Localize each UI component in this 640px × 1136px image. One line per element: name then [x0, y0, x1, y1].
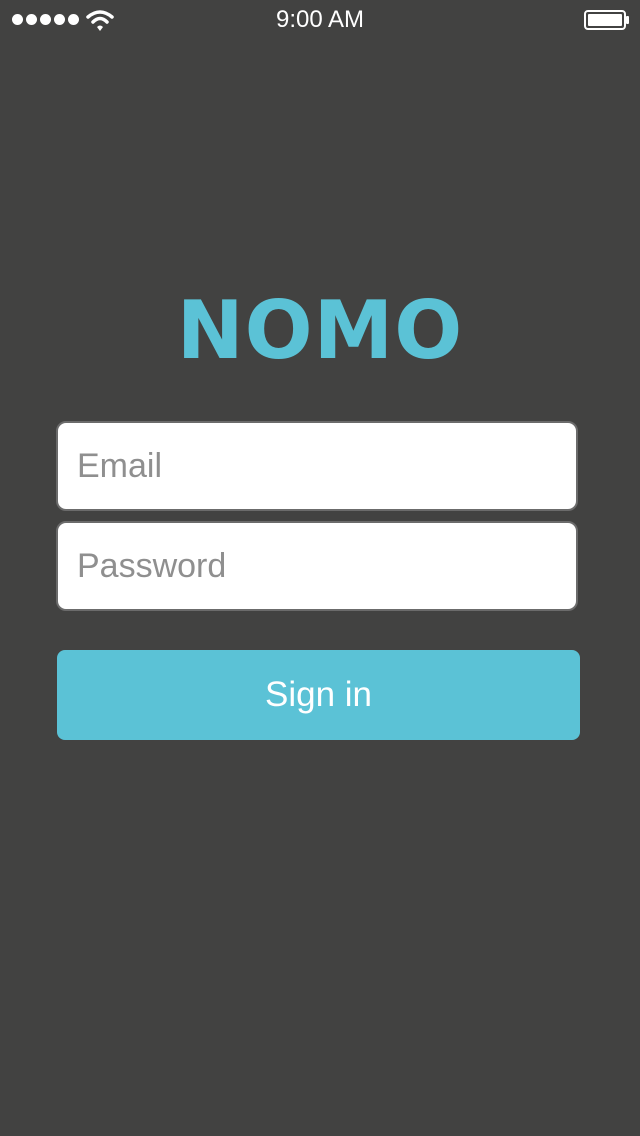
email-field[interactable]	[56, 421, 578, 511]
app-logo: NOMO	[176, 284, 464, 377]
status-bar: 9:00 AM	[0, 0, 640, 40]
password-field[interactable]	[56, 521, 578, 611]
sign-in-button[interactable]: Sign in	[57, 650, 580, 740]
battery-icon	[584, 10, 629, 30]
status-time: 9:00 AM	[275, 6, 365, 33]
